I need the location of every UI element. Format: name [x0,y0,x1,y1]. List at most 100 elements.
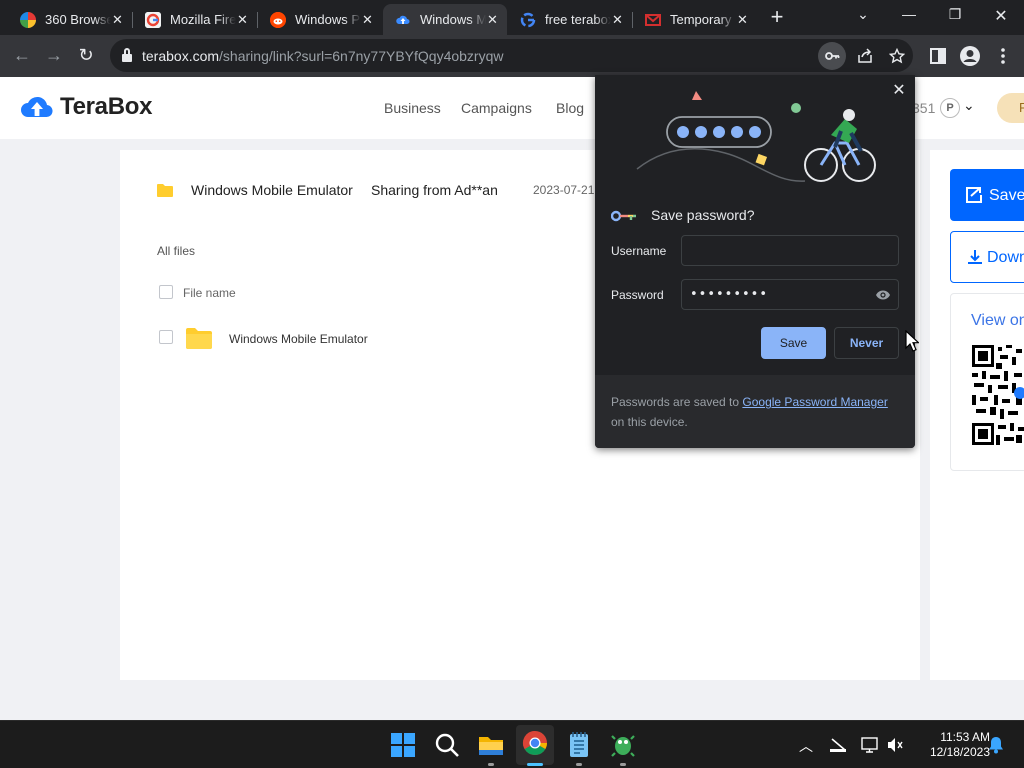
terabox-cloud-icon [21,96,53,118]
minimize-button[interactable]: — [895,6,923,22]
save-password-button[interactable]: Save [761,327,826,359]
back-arrow-icon[interactable]: ← [11,45,33,65]
select-all-checkbox[interactable] [159,285,173,299]
tab-360-browser[interactable]: 360 Browser ✕ [8,4,133,35]
restore-button[interactable]: ❐ [941,6,969,23]
premium-button[interactable]: R [997,93,1024,123]
share-title: Windows Mobile Emulator [191,182,353,198]
search-icon[interactable] [433,731,461,759]
qr-code [972,345,1024,445]
taskbar-running-indicator [576,763,582,766]
tab-title: free terabox [545,12,611,27]
taskbar-running-indicator [620,763,626,766]
google-password-manager-link[interactable]: Google Password Manager [742,395,887,409]
file-explorer-icon[interactable] [477,731,505,759]
tab-title: Mozilla Firefox [170,12,236,27]
tab-mozilla-firefox[interactable]: Mozilla Firefox ✕ [133,4,258,35]
download-button[interactable]: Download [950,231,1024,283]
close-tab-icon[interactable]: ✕ [486,12,499,28]
360-browser-favicon-icon [20,11,36,28]
footer-text: Passwords are saved to [611,395,740,409]
temp-mail-favicon-icon [645,12,661,28]
never-save-button[interactable]: Never [834,327,899,359]
close-tab-icon[interactable]: ✕ [361,12,374,28]
clock-date: 12/18/2023 [929,745,990,759]
speaker-muted-icon[interactable] [886,736,904,754]
system-clock[interactable]: 11:53 AM 12/18/2023 [910,730,990,760]
chrome-icon [522,731,547,756]
terabox-favicon-icon [395,12,411,28]
points-count: 351 [912,100,936,116]
tab-title: 360 Browser [45,12,111,27]
taskbar-active-indicator [527,763,543,766]
close-tab-icon[interactable]: ✕ [736,12,749,28]
side-panel-icon[interactable] [925,43,951,69]
row-checkbox[interactable] [159,330,173,344]
password-label: Password [611,288,664,302]
bookmark-star-icon[interactable] [883,42,911,70]
username-label: Username [611,244,667,258]
password-manager-key-icon [611,210,636,222]
cyclist-illustration [636,91,876,182]
clock-time: 11:53 AM [940,730,990,744]
close-tab-icon[interactable]: ✕ [611,12,624,28]
display-icon[interactable] [861,736,879,754]
kebab-menu-icon[interactable] [990,43,1016,69]
address-bar[interactable]: terabox.com/sharing/link?surl=6n7ny77YBY… [110,39,913,72]
tab-windows-phone[interactable]: Windows Phone ✕ [258,4,382,35]
folder-icon [186,328,212,349]
save-password-dialog: ✕ Save password? Username Password •••••… [595,75,915,448]
notification-bell-icon[interactable] [988,736,1004,754]
password-field[interactable]: ••••••••• [681,279,899,310]
username-field[interactable] [681,235,899,266]
new-tab-button[interactable]: + [765,6,789,28]
browser-tab-strip: 360 Browser ✕ Mozilla Firefox ✕ Windows … [0,0,1024,35]
save-icon [966,187,982,203]
account-chevron-down-icon[interactable]: ⌄ [963,97,975,114]
tab-title: Windows Phone [295,12,361,27]
google-g-favicon-icon [520,12,536,28]
download-icon [968,250,982,264]
share-date: 2023-07-21 [533,183,595,197]
lock-icon[interactable] [122,48,132,62]
file-row-name[interactable]: Windows Mobile Emulator [229,332,368,346]
notepad-icon[interactable] [565,731,593,759]
tab-search-chevron-icon[interactable]: ⌄ [849,6,877,23]
mouse-cursor-icon [905,330,919,352]
browser-toolbar: ← → ↻ terabox.com/sharing/link?surl=6n7n… [0,35,1024,77]
nav-blog[interactable]: Blog [556,100,584,116]
windows-start-icon[interactable] [389,731,417,759]
folder-icon [157,184,173,197]
forward-arrow-icon[interactable]: → [43,45,65,65]
reload-icon[interactable]: ↻ [75,45,97,65]
share-icon[interactable] [851,42,879,70]
nav-campaigns[interactable]: Campaigns [461,100,532,116]
column-header-file-name[interactable]: File name [183,286,236,300]
close-window-button[interactable]: ✕ [987,6,1015,26]
network-disconnected-icon[interactable] [829,737,847,753]
tab-free-terabox[interactable]: free terabox ✕ [508,4,633,35]
tray-overflow-chevron-up-icon[interactable]: ︿ [799,736,813,756]
close-tab-icon[interactable]: ✕ [111,12,124,28]
tab-title: Temporary [670,12,732,27]
close-tab-icon[interactable]: ✕ [236,12,249,28]
show-password-eye-icon[interactable] [875,289,891,301]
password-key-icon[interactable] [818,42,846,70]
tab-temporary[interactable]: Temporary ✕ [633,4,757,35]
premium-button-label: R [1019,100,1024,115]
breadcrumb-all-files[interactable]: All files [157,244,195,258]
nav-business[interactable]: Business [384,100,441,116]
share-owner: Sharing from Ad**an [371,182,498,198]
close-dialog-icon[interactable]: ✕ [891,80,907,100]
taskbar-running-indicator [488,763,494,766]
tab-windows-mobile[interactable]: Windows Mobile ✕ [383,4,507,35]
view-on-label: View on [971,312,1024,329]
app-gecko-icon[interactable] [609,731,637,759]
terabox-logo[interactable]: TeraBox [20,93,152,121]
save-to-terabox-button[interactable]: Save [950,169,1024,221]
download-label: Download [987,249,1024,266]
taskbar-chrome-button[interactable] [516,725,554,765]
reddit-favicon-icon [270,11,286,28]
url-text: terabox.com/sharing/link?surl=6n7ny77YBY… [142,48,504,64]
profile-avatar-icon[interactable] [957,43,983,69]
